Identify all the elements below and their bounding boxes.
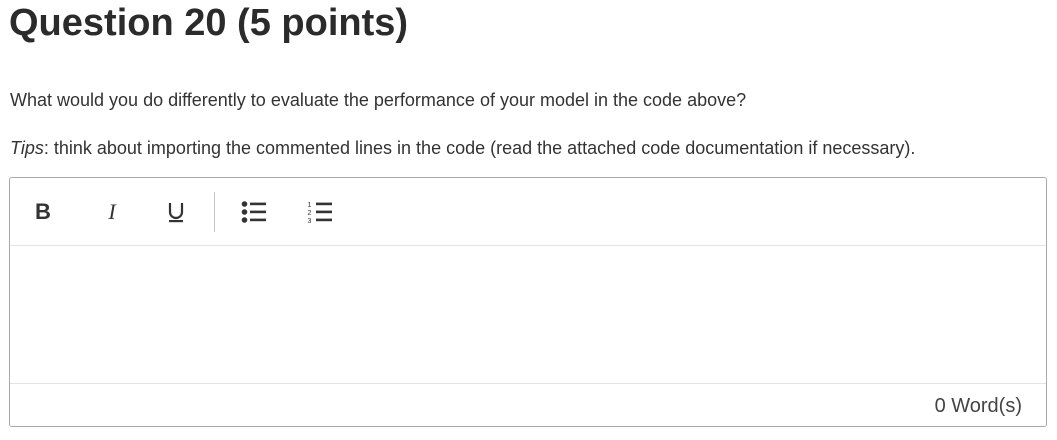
italic-button[interactable]: I (96, 196, 128, 228)
editor-toolbar: B I 1 2 3 (10, 178, 1046, 246)
svg-text:3: 3 (308, 218, 312, 224)
numbered-list-button[interactable]: 1 2 3 (304, 196, 336, 228)
tips-label: Tips (10, 138, 44, 158)
svg-text:2: 2 (308, 210, 312, 217)
bullet-list-button[interactable] (238, 196, 270, 228)
editor-text-area[interactable] (10, 246, 1046, 384)
numbered-list-icon: 1 2 3 (308, 202, 332, 224)
underline-icon (168, 203, 184, 223)
editor-status-bar: 0 Word(s) (10, 384, 1046, 426)
question-prompt: What would you do differently to evaluat… (10, 90, 747, 110)
word-count: 0 Word(s) (934, 395, 1022, 417)
tips-text: : think about importing the commented li… (43, 138, 916, 158)
answer-editor: B I 1 2 3 0 Word(s) (9, 177, 1047, 427)
underline-button[interactable] (160, 196, 192, 228)
toolbar-separator (214, 192, 215, 232)
question-title: Question 20 (5 points) (9, 2, 409, 44)
question-tips: Tips: think about importing the commente… (10, 136, 915, 160)
bold-button[interactable]: B (27, 196, 59, 228)
svg-text:1: 1 (308, 202, 312, 209)
bullet-list-icon (241, 201, 266, 223)
